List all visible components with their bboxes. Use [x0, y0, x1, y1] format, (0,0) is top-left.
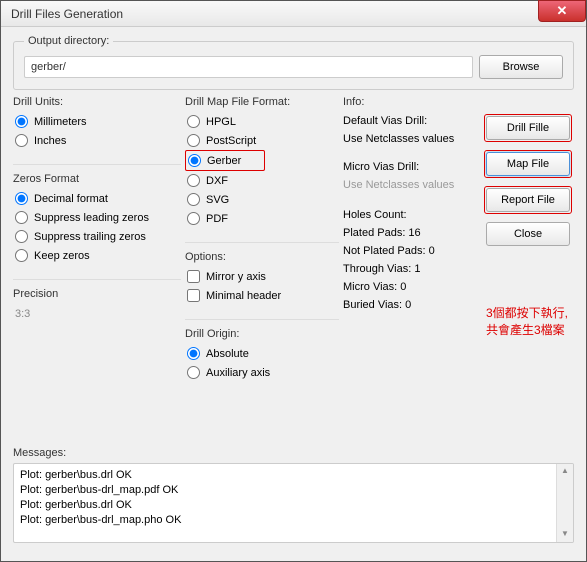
output-directory-input[interactable]: [24, 56, 473, 78]
not-plated-pads: Not Plated Pads: 0: [343, 242, 478, 260]
highlight-drill-button: Drill Fille: [484, 114, 572, 142]
highlight-gerber: Gerber: [185, 150, 265, 171]
precision-label: Precision: [13, 288, 181, 300]
message-line: Plot: gerber\bus-drl_map.pdf OK: [20, 483, 567, 498]
micro-vias: Micro Vias: 0: [343, 278, 478, 296]
map-file-button[interactable]: Map File: [486, 152, 570, 176]
radio-pdf[interactable]: PDF: [185, 209, 339, 228]
output-directory-label: Output directory:: [24, 35, 113, 47]
highlight-map-button: Map File: [484, 150, 572, 178]
check-mirror-y[interactable]: Mirror y axis: [185, 267, 339, 286]
radio-dxf[interactable]: DXF: [185, 171, 339, 190]
radio-hpgl[interactable]: HPGL: [185, 112, 339, 131]
radio-millimeters[interactable]: Millimeters: [13, 112, 181, 131]
drill-units-label: Drill Units:: [13, 96, 181, 108]
micro-vias-label: Micro Vias Drill:: [343, 158, 478, 176]
dialog-window: Drill Files Generation ✕ Output director…: [0, 0, 587, 562]
close-icon[interactable]: ✕: [538, 0, 586, 22]
options-label: Options:: [185, 251, 339, 263]
window-title: Drill Files Generation: [5, 7, 123, 21]
highlight-report-button: Report File: [484, 186, 572, 214]
precision-value: 3:3: [13, 304, 181, 324]
zeros-format-label: Zeros Format: [13, 173, 181, 185]
radio-decimal-format[interactable]: Decimal format: [13, 189, 181, 208]
report-file-button[interactable]: Report File: [486, 188, 570, 212]
titlebar[interactable]: Drill Files Generation ✕: [1, 1, 586, 27]
through-vias: Through Vias: 1: [343, 260, 478, 278]
plated-pads: Plated Pads: 16: [343, 224, 478, 242]
annotation-text: 3個都按下執行, 共會產生3檔案: [486, 305, 568, 339]
check-minimal-header[interactable]: Minimal header: [185, 286, 339, 305]
radio-auxiliary[interactable]: Auxiliary axis: [185, 363, 339, 382]
radio-absolute[interactable]: Absolute: [185, 344, 339, 363]
dialog-content: Output directory: Browse Drill Units: Mi…: [1, 27, 586, 561]
radio-suppress-leading[interactable]: Suppress leading zeros: [13, 208, 181, 227]
messages-label: Messages:: [13, 447, 574, 459]
message-line: Plot: gerber\bus.drl OK: [20, 468, 567, 483]
radio-inches[interactable]: Inches: [13, 131, 181, 150]
radio-suppress-trailing[interactable]: Suppress trailing zeros: [13, 227, 181, 246]
buried-vias: Buried Vias: 0: [343, 296, 478, 314]
drill-file-button[interactable]: Drill Fille: [486, 116, 570, 140]
radio-keep-zeros[interactable]: Keep zeros: [13, 246, 181, 265]
scroll-down-icon[interactable]: ▼: [558, 527, 573, 542]
drill-origin-label: Drill Origin:: [185, 328, 339, 340]
use-netclasses-1: Use Netclasses values: [343, 130, 478, 148]
message-line: Plot: gerber\bus.drl OK: [20, 498, 567, 513]
use-netclasses-2: Use Netclasses values: [343, 176, 478, 194]
info-label: Info:: [343, 96, 478, 108]
radio-gerber[interactable]: Gerber: [186, 151, 264, 170]
scroll-up-icon[interactable]: ▲: [558, 464, 573, 479]
messages-textarea[interactable]: Plot: gerber\bus.drl OK Plot: gerber\bus…: [13, 463, 574, 543]
holes-count-label: Holes Count:: [343, 206, 478, 224]
message-line: Plot: gerber\bus-drl_map.pho OK: [20, 513, 567, 528]
scrollbar-vertical[interactable]: ▲ ▼: [556, 464, 573, 542]
map-format-label: Drill Map File Format:: [185, 96, 339, 108]
radio-svg[interactable]: SVG: [185, 190, 339, 209]
output-directory-group: Output directory: Browse: [13, 35, 574, 90]
radio-postscript[interactable]: PostScript: [185, 131, 339, 150]
close-button[interactable]: Close: [486, 222, 570, 246]
browse-button[interactable]: Browse: [479, 55, 563, 79]
default-vias-label: Default Vias Drill:: [343, 112, 478, 130]
